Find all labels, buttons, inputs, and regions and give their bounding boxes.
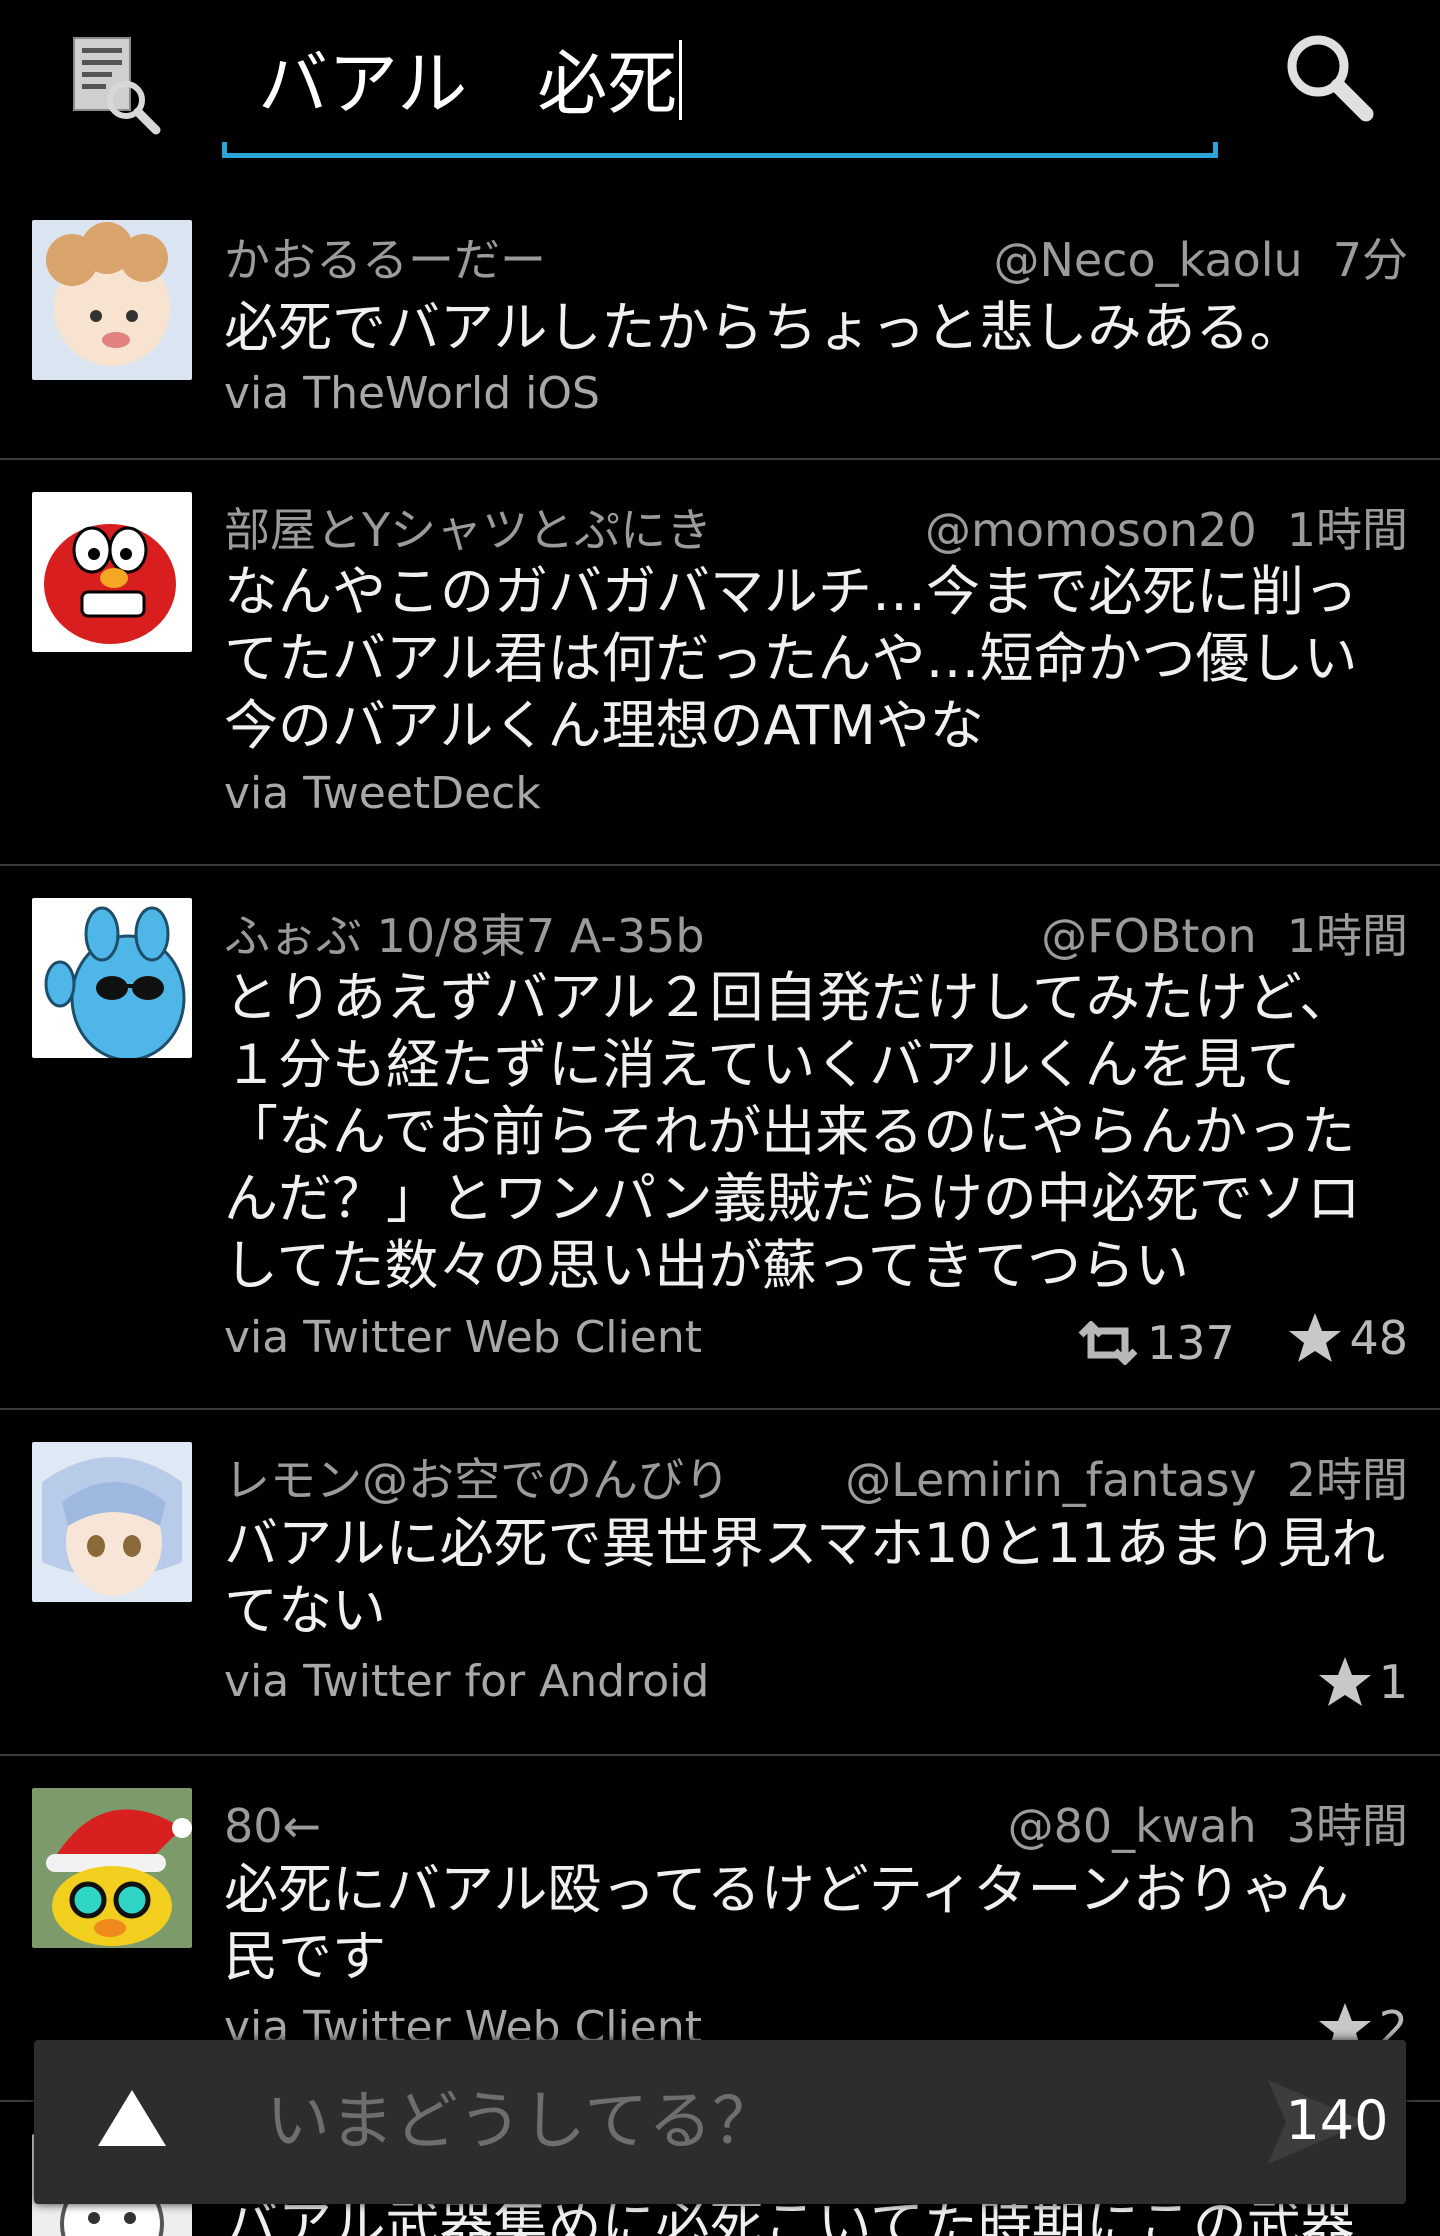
tweet-source: via Twitter Web Client: [224, 1312, 702, 1363]
tweet-source: via TheWorld iOS: [224, 368, 600, 419]
star-icon: [1289, 1313, 1342, 1362]
favorite-count-value: 1: [1378, 1655, 1408, 1709]
tweet-item[interactable]: ふぉぶ 10/8東7 A-35b @FOBton 1時間 とりあえずバアル２回自発…: [0, 866, 1440, 1410]
tweet-text: 必死にバアル殴ってるけどティターンおりゃん 民です: [224, 1858, 1349, 1988]
tweet-time: 2時間: [1286, 1453, 1408, 1507]
tweet-time: 3時間: [1286, 1799, 1408, 1853]
tweet-header: レモン@お空でのんびり @Lemirin_fantasy 2時間: [224, 1450, 1408, 1510]
favorite-count-value: 48: [1349, 1311, 1408, 1365]
search-icon[interactable]: [1278, 28, 1378, 128]
favorite-count[interactable]: 48: [1287, 1308, 1408, 1368]
tweet-item[interactable]: レモン@お空でのんびり @Lemirin_fantasy 2時間 バアルに必死で異…: [0, 1410, 1440, 1756]
retweet-count[interactable]: 137: [1075, 1313, 1235, 1373]
favorite-count[interactable]: 1: [1317, 1652, 1408, 1712]
tweet-header: かおるるーだー @Neco_kaolu 7分: [224, 230, 1408, 290]
tweet-item[interactable]: かおるるーだー @Neco_kaolu 7分 必死でバアルしたからちょっと悲しみあ…: [0, 196, 1440, 460]
tweet-list: かおるるーだー @Neco_kaolu 7分 必死でバアルしたからちょっと悲しみあ…: [0, 196, 1440, 2236]
tweet-text: 必死でバアルしたからちょっと悲しみある。: [224, 296, 1304, 359]
character-counter: 140: [1285, 2089, 1389, 2152]
user-name[interactable]: かおるるーだー: [224, 230, 546, 290]
search-history-icon[interactable]: [64, 30, 174, 140]
avatar[interactable]: [32, 492, 192, 652]
user-handle[interactable]: @80_kwah: [1008, 1799, 1257, 1853]
tweet-text: バアルに必死で異世界スマホ10と11あまり見れ てない: [224, 1512, 1386, 1642]
tweet-header: ふぉぶ 10/8東7 A-35b @FOBton 1時間: [224, 906, 1408, 966]
tweet-header: 部屋とYシャツとぷにき @momoson20 1時間: [224, 500, 1408, 560]
user-handle[interactable]: @momoson20: [925, 503, 1257, 557]
retweet-count-value: 137: [1147, 1316, 1235, 1370]
compose-bar: 140: [34, 2040, 1406, 2204]
user-handle[interactable]: @FOBton: [1041, 909, 1257, 963]
tweet-time: 1時間: [1286, 909, 1408, 963]
user-name[interactable]: ふぉぶ 10/8東7 A-35b: [224, 906, 705, 966]
compose-input[interactable]: [266, 2068, 1246, 2176]
tweet-item[interactable]: 部屋とYシャツとぷにき @momoson20 1時間 なんやこのガバガバマルチ…今…: [0, 460, 1440, 866]
tweet-header: 80← @80_kwah 3時間: [224, 1796, 1408, 1856]
tweet-text: なんやこのガバガバマルチ…今まで必死に削っ てたバアル君は何だったんや…短命かつ…: [224, 560, 1358, 757]
tweet-source: via TweetDeck: [224, 768, 541, 819]
user-name[interactable]: レモン@お空でのんびり: [224, 1450, 730, 1510]
user-handle[interactable]: @Lemirin_fantasy: [845, 1453, 1257, 1507]
star-icon: [1318, 1657, 1371, 1706]
search-query-text: バアル 必死: [258, 43, 678, 125]
tweet-text: とりあえずバアル２回自発だけしてみたけど、 １分も経たずに消えていくバアルくんを…: [224, 966, 1361, 1297]
tweet-stats: 1: [1279, 1652, 1408, 1723]
search-bar: バアル 必死: [0, 0, 1440, 196]
user-handle[interactable]: @Neco_kaolu: [993, 233, 1302, 287]
text-caret: [679, 40, 683, 120]
triangle-up-icon[interactable]: [94, 2084, 170, 2160]
tweet-time: 7分: [1332, 233, 1408, 287]
avatar[interactable]: [32, 1442, 192, 1602]
tweet-time: 1時間: [1286, 503, 1408, 557]
retweet-icon: [1078, 1321, 1138, 1365]
user-name[interactable]: 部屋とYシャツとぷにき: [224, 500, 712, 560]
avatar[interactable]: [32, 1788, 192, 1948]
tweet-source: via Twitter for Android: [224, 1656, 710, 1707]
tweet-search-screen: バアル 必死 かおるるーだー @Neco_kaolu 7分 必死でバアルしたから…: [0, 0, 1440, 2236]
tweet-stats: 137 48: [1037, 1308, 1408, 1379]
user-name[interactable]: 80←: [224, 1796, 321, 1856]
avatar[interactable]: [32, 898, 192, 1058]
search-input[interactable]: バアル 必死: [222, 20, 1218, 158]
avatar[interactable]: [32, 220, 192, 380]
